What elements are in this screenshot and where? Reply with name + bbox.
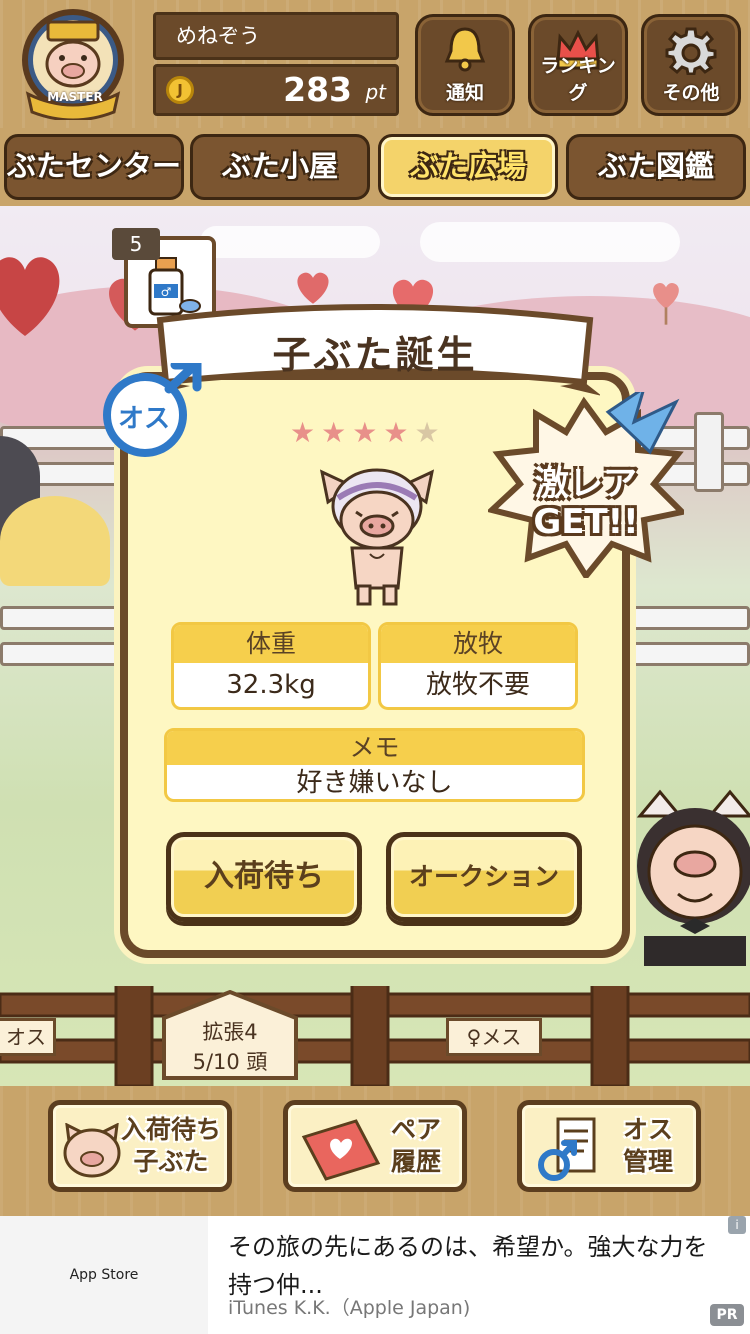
grazing-value: 放牧不要	[425, 670, 530, 700]
grazing-box: 放牧 放牧不要	[378, 622, 578, 710]
book-heart-icon	[301, 1119, 381, 1181]
coin-icon: J	[166, 76, 194, 104]
ad-text: その旅の先にあるのは、希望か。強大な力を持つ仲...	[228, 1233, 708, 1299]
master-badge-label: MASTER	[47, 90, 103, 104]
memo-label: メモ	[167, 731, 582, 765]
waiting-piglets-line1: 入荷待ち	[120, 1115, 221, 1144]
settings-button[interactable]: その他	[641, 14, 741, 116]
wooden-fence	[0, 986, 750, 1086]
pair-history-button[interactable]: ペア 履歴	[283, 1100, 467, 1192]
star-icon: ★	[321, 416, 353, 449]
bottom-bar: 入荷待ち 子ぶた ペア 履歴 オス 管理	[0, 1086, 750, 1216]
cloud	[420, 222, 680, 262]
pig-face-icon	[63, 1123, 121, 1178]
weight-box: 体重 32.3kg	[171, 622, 371, 710]
gender-label: オス	[117, 404, 170, 434]
points-value: 283	[283, 70, 352, 109]
ranking-button[interactable]: ランキング	[528, 14, 628, 116]
tab-buta-center[interactable]: ぶたセンター	[4, 134, 184, 200]
male-area-sign: オス	[0, 1018, 56, 1056]
expansion-title: 拡張4	[202, 1020, 258, 1044]
piglet-character	[319, 468, 435, 606]
star-icon: ★	[290, 416, 322, 449]
fence-post	[694, 412, 724, 492]
male-management-button[interactable]: オス 管理	[517, 1100, 701, 1192]
ranking-label: ランキング	[540, 55, 616, 104]
dialog-title: 子ぶた誕生	[272, 333, 478, 377]
star-icon: ★	[352, 416, 384, 449]
svg-text:♂: ♂	[161, 285, 172, 299]
settings-label: その他	[662, 82, 720, 104]
male-management-line2: 管理	[622, 1147, 673, 1176]
notification-button[interactable]: 通知	[415, 14, 515, 116]
male-document-icon	[538, 1117, 596, 1181]
star-empty-icon: ★	[414, 416, 446, 449]
ad-pr-badge: PR	[710, 1304, 744, 1326]
female-area-sign: ♀メス	[446, 1018, 542, 1056]
cloud	[200, 226, 380, 258]
ad-banner[interactable]: App Store その旅の先にあるのは、希望か。強大な力を持つ仲... iTu…	[0, 1216, 750, 1334]
top-bar: MASTER めねぞう J 283 pt 通知 ランキング その他	[0, 0, 750, 128]
rarity-stars: ★★★★★	[290, 416, 460, 450]
app-store-label: App Store	[69, 1267, 139, 1283]
points-plate: J 283 pt	[153, 64, 399, 116]
username-plate: めねぞう	[153, 12, 399, 60]
rare-badge-line1: 激レア	[535, 464, 637, 504]
app-store-logo[interactable]: App Store	[0, 1216, 208, 1334]
expansion-count: 5/10 頭	[192, 1050, 268, 1074]
tab-buta-encyclopedia[interactable]: ぶた図鑑	[566, 134, 746, 200]
waiting-piglets-button[interactable]: 入荷待ち 子ぶた	[48, 1100, 232, 1192]
heart-tree-icon	[653, 282, 679, 325]
waiting-button[interactable]: 入荷待ち	[166, 832, 362, 922]
item-count-badge: 5	[112, 228, 160, 260]
heart-tree-icon	[0, 257, 60, 336]
memo-value: 好き嫌いなし	[296, 768, 453, 798]
notification-label: 通知	[445, 82, 484, 104]
grazing-label: 放牧	[381, 625, 575, 663]
memo-box: メモ 好き嫌いなし	[164, 728, 585, 802]
tab-buta-plaza[interactable]: ぶた広場	[378, 134, 558, 200]
dialog-title-wrap: 子ぶた誕生	[150, 300, 600, 396]
bell-icon	[444, 27, 486, 72]
username: めねぞう	[176, 24, 260, 48]
tab-buta-hut[interactable]: ぶた小屋	[190, 134, 370, 200]
auction-button[interactable]: オークション	[386, 832, 582, 922]
maid-pig-character	[636, 789, 750, 966]
ad-info-icon[interactable]: i	[728, 1216, 746, 1234]
waiting-piglets-line2: 子ぶた	[133, 1147, 209, 1176]
pair-history-line2: 履歴	[390, 1147, 441, 1176]
hay-pile	[0, 496, 110, 586]
pair-history-line1: ペア	[390, 1115, 441, 1144]
weight-label: 体重	[174, 625, 368, 663]
ad-sponsor: iTunes K.K.（Apple Japan)	[228, 1297, 471, 1319]
weight-value: 32.3kg	[226, 670, 316, 700]
star-icon: ★	[383, 416, 415, 449]
male-management-line1: オス	[622, 1115, 673, 1144]
expansion-sign[interactable]: 拡張4 5/10 頭	[160, 990, 300, 1080]
nav-bar: ぶたセンター ぶた小屋 ぶた広場 ぶた図鑑	[0, 128, 750, 206]
points-unit: pt	[365, 80, 386, 104]
gear-icon	[665, 27, 717, 75]
rare-badge-line2: GET!!	[533, 502, 639, 542]
